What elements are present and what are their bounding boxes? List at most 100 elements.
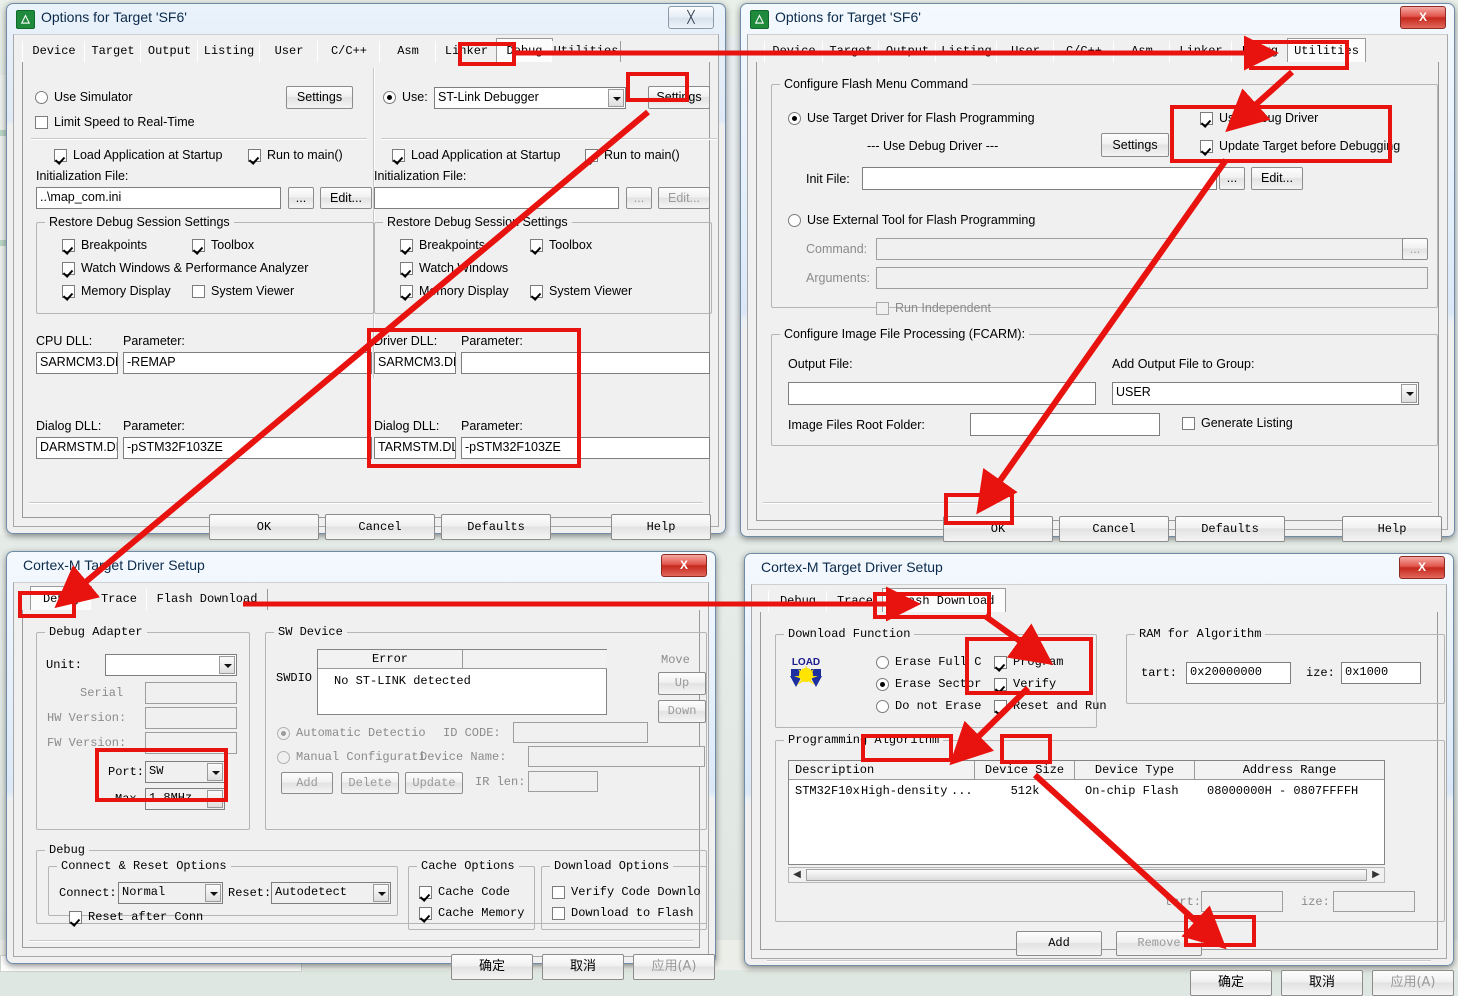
init-file-edit-right[interactable]: Edit... (658, 187, 710, 209)
limit-speed-checkbox[interactable] (35, 116, 48, 129)
tab-output[interactable]: Output (140, 41, 199, 62)
cortex-m-driver-setup-debug-dialog[interactable]: Cortex-M Target Driver Setup X Debug Tra… (6, 551, 716, 980)
dlg3-titlebar[interactable]: Cortex-M Target Driver Setup X (7, 552, 715, 582)
manual-configuration-radio[interactable] (277, 751, 290, 764)
init-file-browse-u[interactable]: ... (1219, 167, 1245, 190)
cache-memory-checkbox[interactable] (419, 907, 432, 920)
tab-listing-u[interactable]: Listing (935, 41, 998, 62)
sw-device-add-button[interactable]: Add (281, 772, 333, 794)
toolbox-checkbox-right[interactable] (530, 239, 543, 252)
image-root-input[interactable] (970, 413, 1160, 436)
tab-listing[interactable]: Listing (197, 41, 261, 62)
cache-code-checkbox[interactable] (419, 886, 432, 899)
scroll-right-arrow[interactable]: ▶ (1368, 868, 1384, 882)
debugger-select[interactable]: ST-Link Debugger (434, 87, 626, 109)
dlg3-ok-button[interactable]: 确定 (451, 954, 533, 980)
load-app-checkbox-right[interactable] (392, 149, 405, 162)
dialog-param-input-right[interactable]: -pSTM32F103ZE (461, 437, 710, 459)
dlg4-tabstrip[interactable]: Debug Trace Flash Download (760, 588, 1438, 614)
dialog-dll-input-left[interactable]: DARMSTM.DLL (36, 437, 118, 459)
tab-target-u[interactable]: Target (822, 41, 880, 62)
system-viewer-checkbox-right[interactable] (530, 285, 543, 298)
dlg1-ok-button[interactable]: OK (209, 514, 319, 540)
output-file-input[interactable] (788, 382, 1096, 405)
sw-device-table[interactable]: Error No ST-LINK detected (317, 649, 607, 715)
dlg1-close-button[interactable]: ╳ (668, 6, 714, 29)
reset-after-conn-checkbox[interactable] (69, 911, 82, 924)
id-code-input[interactable] (513, 722, 648, 743)
chevron-down-icon[interactable] (207, 763, 223, 781)
tab-driver-flash-download[interactable]: Flash Download (146, 589, 268, 610)
memory-display-checkbox-left[interactable] (62, 285, 75, 298)
chevron-down-icon[interactable] (1401, 384, 1417, 403)
watch-windows-checkbox-right[interactable] (400, 262, 413, 275)
cpu-dll-input[interactable]: SARMCM3.DLL (36, 352, 118, 374)
sw-device-error-row[interactable]: No ST-LINK detected (334, 672, 471, 690)
verify-checkbox[interactable] (994, 678, 1007, 691)
arguments-input[interactable] (876, 267, 1428, 289)
tab-device[interactable]: Device (22, 41, 86, 62)
add-output-select[interactable]: USER (1112, 382, 1419, 405)
tab-linker-u[interactable]: Linker (1169, 41, 1233, 62)
system-viewer-checkbox-left[interactable] (192, 285, 205, 298)
port-select[interactable]: SW (145, 761, 225, 783)
chevron-down-icon[interactable] (219, 656, 235, 674)
dlg2-defaults-button[interactable]: Defaults (1175, 516, 1285, 542)
chevron-down-icon[interactable] (207, 790, 223, 808)
tab-flash-download[interactable]: Flash Download (882, 588, 1006, 614)
tab-debug[interactable]: Debug (496, 38, 553, 64)
run-to-main-checkbox-right[interactable] (585, 149, 598, 162)
device-name-input[interactable] (528, 746, 705, 767)
table-horizontal-scrollbar[interactable]: ◀ ▶ (788, 867, 1385, 883)
dlg4-cancel-button[interactable]: 取消 (1281, 970, 1363, 996)
dlg2-close-button[interactable]: X (1400, 6, 1446, 29)
init-file-input-left[interactable]: ..\map_com.ini (36, 187, 281, 209)
dlg1-defaults-button[interactable]: Defaults (441, 514, 551, 540)
verify-code-checkbox[interactable] (552, 886, 565, 899)
tab-debug-u[interactable]: Debug (1231, 41, 1289, 62)
use-debugger-radio[interactable] (383, 91, 396, 104)
breakpoints-checkbox-left[interactable] (62, 239, 75, 252)
unit-select[interactable] (105, 654, 237, 676)
dlg2-titlebar[interactable]: △ Options for Target 'SF6' X (741, 4, 1454, 34)
init-file-edit-left[interactable]: Edit... (320, 187, 372, 209)
algo-remove-button[interactable]: Remove (1116, 931, 1202, 956)
scrollbar-thumb[interactable] (806, 869, 1367, 881)
init-file-browse-left[interactable]: ... (288, 187, 314, 209)
run-independent-checkbox[interactable] (876, 302, 889, 315)
command-browse-button[interactable]: ... (1402, 238, 1428, 260)
algo-size-input[interactable] (1333, 891, 1415, 912)
init-file-edit-u[interactable]: Edit... (1251, 167, 1303, 190)
download-to-flash-checkbox[interactable] (552, 907, 565, 920)
run-to-main-checkbox-left[interactable] (248, 149, 261, 162)
max-clock-select[interactable]: 1.8MHz (145, 788, 225, 810)
dlg2-help-button[interactable]: Help (1342, 516, 1442, 542)
dlg3-close-button[interactable]: X (661, 554, 707, 577)
chevron-down-icon[interactable] (608, 89, 624, 107)
ir-len-input[interactable] (528, 771, 598, 792)
erase-sectors-radio[interactable] (876, 678, 889, 691)
dlg3-tabstrip[interactable]: Debug Trace Flash Download (22, 586, 700, 612)
driver-dll-input[interactable]: SARMCM3.DLL (374, 352, 456, 374)
dlg2-cancel-button[interactable]: Cancel (1059, 516, 1169, 542)
program-checkbox[interactable] (994, 656, 1007, 669)
dlg4-titlebar[interactable]: Cortex-M Target Driver Setup X (745, 554, 1453, 584)
command-input[interactable] (876, 238, 1413, 260)
options-for-target-debug-dialog[interactable]: △ Options for Target 'SF6' ╳ Device Targ… (6, 3, 726, 540)
ram-start-input[interactable]: 0x20000000 (1186, 662, 1291, 684)
chevron-down-icon[interactable] (373, 884, 389, 902)
connect-select[interactable]: Normal (118, 882, 223, 904)
sw-device-update-button[interactable]: Update (405, 772, 463, 794)
toolbox-checkbox-left[interactable] (192, 239, 205, 252)
tab-cpp-u[interactable]: C/C++ (1053, 41, 1115, 62)
flash-settings-button[interactable]: Settings (1101, 133, 1169, 157)
tab-asm-u[interactable]: Asm (1113, 41, 1171, 62)
load-app-checkbox-left[interactable] (54, 149, 67, 162)
init-file-browse-right[interactable]: ... (626, 187, 652, 209)
tab-utilities-u[interactable]: Utilities (1287, 38, 1366, 64)
tab-target[interactable]: Target (84, 41, 142, 62)
cpu-param-input[interactable]: -REMAP (123, 352, 372, 374)
breakpoints-checkbox-right[interactable] (400, 239, 413, 252)
move-down-button[interactable]: Down (658, 700, 706, 723)
tab-device-u[interactable]: Device (764, 41, 824, 62)
